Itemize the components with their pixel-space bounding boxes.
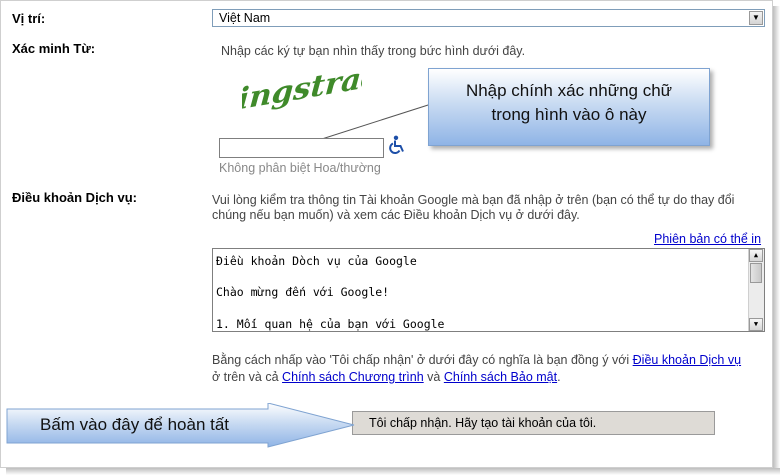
- scrollbar-thumb[interactable]: [750, 263, 762, 283]
- terms-intro-line2: chúng nếu bạn muốn) và xem các Điều khoả…: [212, 208, 580, 222]
- terms-line: Điều khoản Dòch vụ của Google: [216, 254, 417, 268]
- captcha-input[interactable]: [219, 138, 384, 158]
- panel-shadow-right: [773, 6, 780, 475]
- terms-line: Chào mừng đến với Google!: [216, 285, 390, 299]
- printable-version-link[interactable]: Phiên bản có thể in: [654, 232, 761, 246]
- verify-instruction: Nhập các ký tự bạn nhìn thấy trong bức h…: [221, 44, 526, 58]
- terms-label: Điều khoản Dịch vụ:: [12, 190, 137, 205]
- accessibility-icon[interactable]: [388, 135, 406, 155]
- consent-text: ở trên và cả: [212, 370, 283, 384]
- terms-textarea[interactable]: Điều khoản Dòch vụ của Google Chào mừng …: [212, 248, 765, 332]
- verify-label: Xác minh Từ:: [12, 41, 96, 56]
- finish-callout-text: Bấm vào đây để hoàn tất: [40, 415, 230, 434]
- accept-create-account-button[interactable]: Tôi chấp nhận. Hãy tạo tài khoản của tôi…: [352, 411, 715, 435]
- consent-text: và: [423, 370, 444, 384]
- case-insensitive-hint: Không phân biệt Hoa/thường: [219, 161, 381, 175]
- panel-shadow-bottom: [6, 468, 780, 475]
- chevron-down-icon[interactable]: ▼: [749, 11, 763, 25]
- location-select[interactable]: Việt Nam ▼: [212, 9, 765, 27]
- privacy-policy-link[interactable]: Chính sách Bảo mật: [444, 370, 557, 384]
- consent-text: .: [557, 370, 561, 384]
- accept-button-label: Tôi chấp nhận. Hãy tạo tài khoản của tôi…: [369, 416, 597, 430]
- scroll-down-icon[interactable]: ▼: [749, 318, 763, 331]
- captcha-image: ingstradr: [242, 60, 362, 112]
- terms-scrollbar[interactable]: ▲ ▼: [748, 249, 764, 331]
- location-label: Vị trí:: [12, 11, 46, 26]
- program-policy-link[interactable]: Chính sách Chương trình: [282, 370, 424, 384]
- captcha-text: ingstradr: [242, 60, 362, 112]
- terms-of-service-link[interactable]: Điều khoản Dịch vụ: [633, 353, 741, 367]
- terms-line: 1. Mối quan hệ của bạn với Google: [216, 317, 445, 331]
- scroll-up-icon[interactable]: ▲: [749, 249, 763, 262]
- location-selected-value: Việt Nam: [219, 11, 271, 25]
- callout-line-2: trong hình vào ô này: [491, 105, 647, 124]
- captcha-tip-callout: Nhập chính xác những chữ trong hình vào …: [428, 68, 710, 146]
- consent-text: Bằng cách nhấp vào 'Tôi chấp nhận' ở dướ…: [212, 353, 633, 367]
- consent-line2: ở trên và cả Chính sách Chương trình và …: [212, 368, 561, 387]
- callout-line-1: Nhập chính xác những chữ: [465, 81, 673, 100]
